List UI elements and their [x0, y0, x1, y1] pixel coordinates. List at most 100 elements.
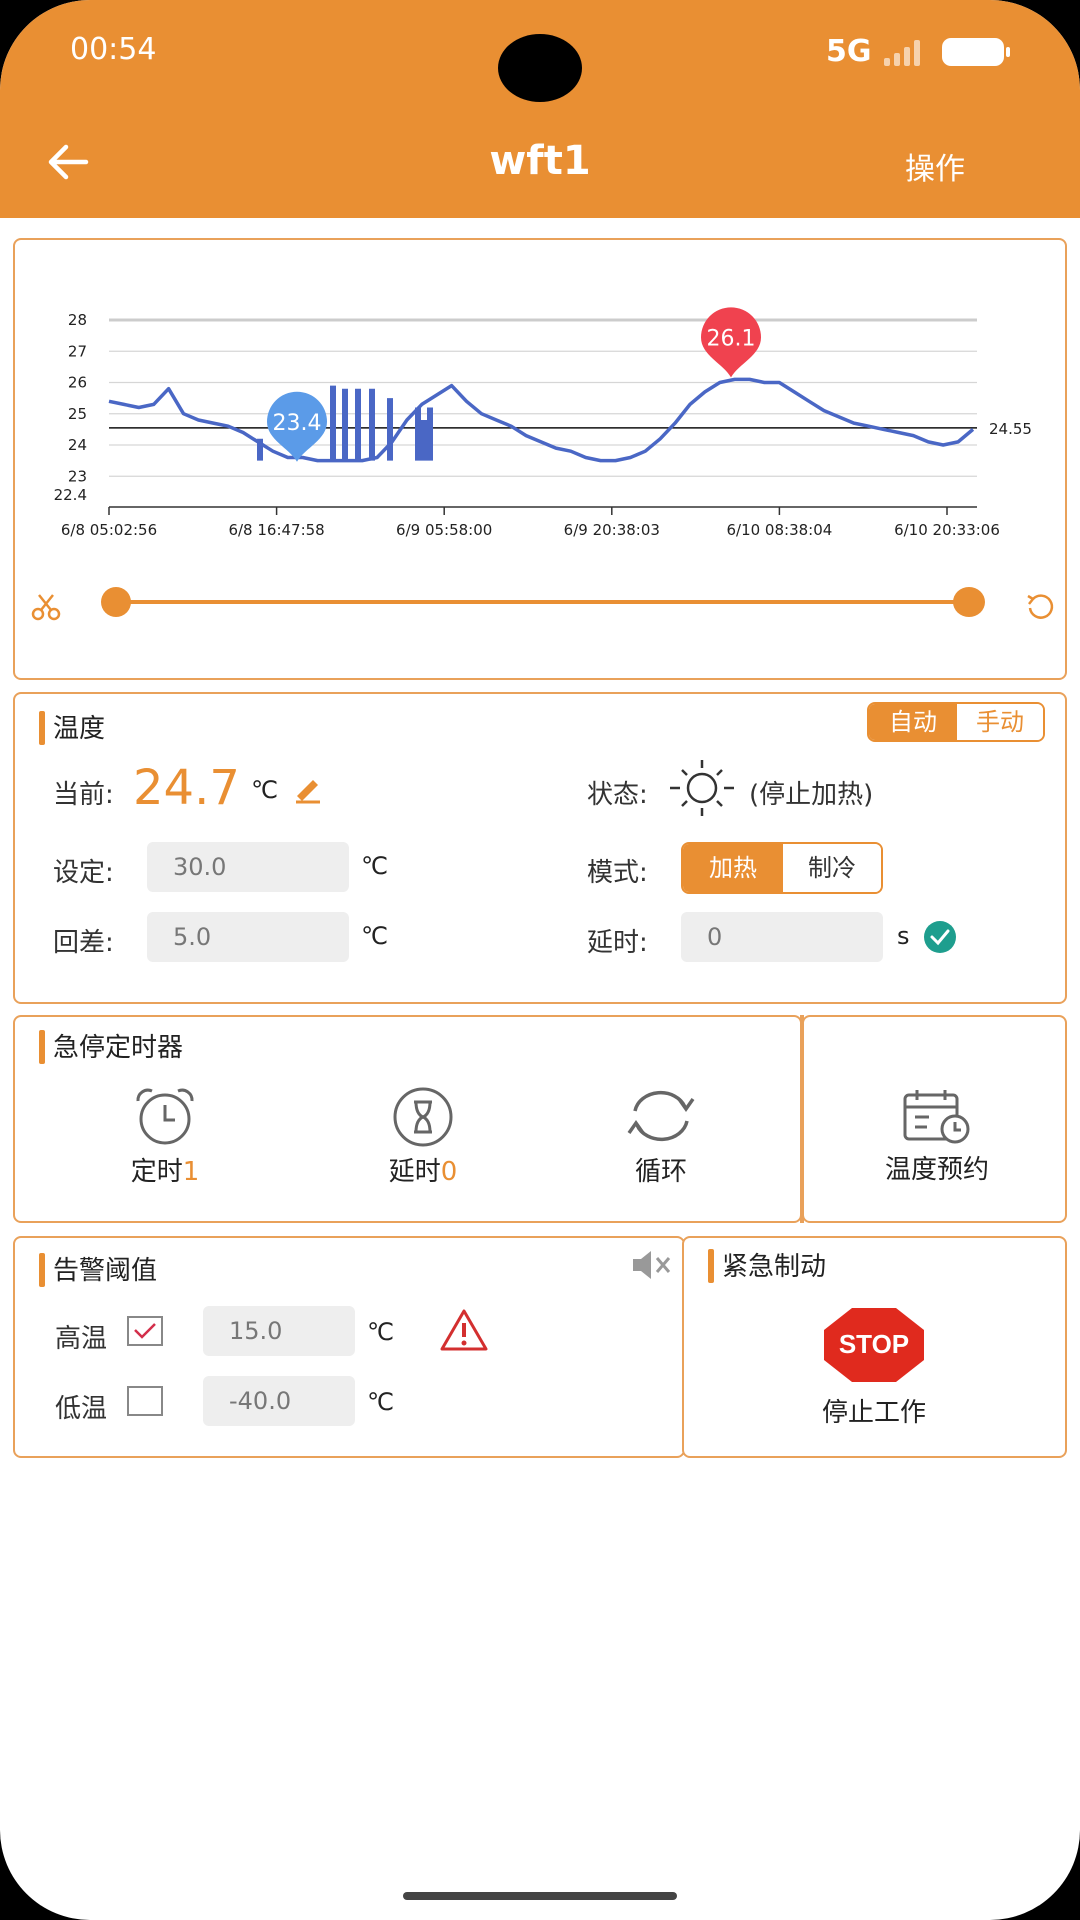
- battery-icon: [942, 38, 1010, 66]
- timing-count: 1: [182, 1157, 200, 1187]
- check-icon: [134, 1323, 156, 1339]
- delay-label: 延时:: [587, 928, 648, 958]
- state-label: 状态:: [587, 780, 648, 810]
- cycle-label: 循环: [634, 1157, 687, 1187]
- temperature-card: 温度 自动 手动 当前: 24.7 ℃ 设定: 30.0 ℃ 回差: 5.0 ℃…: [13, 692, 1067, 1004]
- heat-button[interactable]: 加热: [683, 844, 783, 892]
- cool-button[interactable]: 制冷: [783, 844, 881, 892]
- edit-icon[interactable]: [293, 774, 323, 804]
- confirm-check-icon[interactable]: [923, 920, 957, 954]
- app-screen: 00:54 5G wft1 操作 28 27 26 25 24 23 22.4 6/8 05:…: [0, 0, 1080, 1920]
- timing-tool[interactable]: 定时1: [105, 1085, 225, 1188]
- series-line: [108, 377, 975, 463]
- hourglass-icon: [393, 1087, 453, 1147]
- low-temp-checkbox[interactable]: [127, 1386, 163, 1416]
- temperature-section-title: 温度: [39, 708, 105, 745]
- series-spike: [257, 438, 263, 461]
- sun-icon: [670, 760, 734, 816]
- mute-icon[interactable]: [631, 1248, 671, 1282]
- delay-tool[interactable]: 延时0: [363, 1085, 483, 1188]
- high-temp-checkbox[interactable]: [127, 1316, 163, 1346]
- emergency-section-title: 紧急制动: [708, 1246, 826, 1283]
- x-tick-label: 6/9 05:58:00: [396, 521, 492, 539]
- hysteresis-unit: ℃: [361, 922, 388, 950]
- mode-label: 模式:: [587, 858, 648, 888]
- series-spike: [387, 398, 393, 461]
- y-tick-label: 25: [68, 405, 87, 423]
- camera-cutout: [498, 34, 582, 102]
- hysteresis-label: 回差:: [53, 928, 114, 958]
- stop-button[interactable]: STOP 停止工作: [780, 1306, 968, 1446]
- reference-value-label: 24.55: [989, 420, 1032, 438]
- low-temp-field[interactable]: -40.0: [203, 1376, 355, 1426]
- series-spike: [330, 385, 336, 461]
- series-spike: [342, 388, 348, 461]
- y-tick-label: 26: [68, 374, 87, 392]
- x-tick-label: 6/10 08:38:04: [726, 521, 832, 539]
- current-unit: ℃: [251, 776, 278, 804]
- range-slider-start-handle[interactable]: [101, 587, 131, 617]
- x-tick-label: 6/8 05:02:56: [61, 521, 157, 539]
- state-value: (停止加热): [749, 780, 874, 810]
- schedule-tool[interactable]: 温度预约: [844, 1087, 1030, 1186]
- chart-card: 28 27 26 25 24 23 22.4 6/8 05:02:56 6/8 16:47:58…: [13, 238, 1067, 680]
- emergency-card: 紧急制动 STOP 停止工作: [682, 1236, 1067, 1458]
- stop-sign-text: STOP: [839, 1329, 909, 1359]
- temperature-chart: 28 27 26 25 24 2322.4 6/8 05:02:56 6/8 16:47:58…: [54, 307, 1032, 539]
- high-temp-field[interactable]: 15.0: [203, 1306, 355, 1356]
- status-time: 00:54: [70, 32, 157, 67]
- series-spike: [427, 407, 433, 461]
- cycle-icon: [627, 1090, 695, 1142]
- series-spike: [355, 388, 361, 461]
- series-spike: [415, 407, 421, 461]
- x-tick-label: 6/10 20:33:06: [894, 521, 1000, 539]
- x-tick-label: 6/9 20:38:03: [564, 521, 660, 539]
- high-temp-unit: ℃: [367, 1318, 394, 1346]
- calendar-clock-icon: [903, 1090, 970, 1144]
- x-tick-label: 6/8 16:47:58: [228, 521, 324, 539]
- warning-icon: [440, 1309, 488, 1351]
- y-tick-label: 28: [68, 311, 87, 329]
- high-temp-label: 高温: [55, 1324, 108, 1354]
- timer-card: 急停定时器 定时1 延时0 循环: [13, 1015, 802, 1223]
- delay-tool-label: 延时: [388, 1157, 441, 1187]
- home-indicator[interactable]: [403, 1892, 677, 1900]
- range-slider-end-handle[interactable]: [953, 587, 985, 617]
- network-type: 5G: [826, 34, 872, 69]
- max-marker-label: 26.1: [707, 326, 756, 351]
- low-temp-label: 低温: [55, 1394, 108, 1424]
- schedule-label: 温度预约: [884, 1155, 989, 1185]
- alarm-card: 告警阈值 高温 15.0 ℃ 低温 -40.0 ℃: [13, 1236, 685, 1458]
- schedule-card[interactable]: 温度预约: [802, 1015, 1067, 1223]
- mode-manual-button[interactable]: 手动: [957, 704, 1043, 740]
- series-spike: [369, 388, 375, 461]
- y-tick-label: 24: [68, 436, 87, 454]
- mode-auto-button[interactable]: 自动: [869, 704, 957, 740]
- low-temp-unit: ℃: [367, 1388, 394, 1416]
- operate-button[interactable]: 操作: [905, 144, 965, 188]
- set-temperature-field[interactable]: 30.0: [147, 842, 349, 892]
- cycle-tool[interactable]: 循环: [601, 1085, 721, 1188]
- current-label: 当前:: [53, 780, 114, 810]
- timing-label: 定时: [130, 1157, 183, 1187]
- auto-manual-toggle: 自动 手动: [867, 702, 1045, 742]
- heat-cool-toggle: 加热 制冷: [681, 842, 883, 894]
- min-marker-label: 23.4: [273, 411, 322, 436]
- current-temperature: 24.7: [133, 760, 240, 816]
- alarm-section-title: 告警阈值: [39, 1250, 157, 1287]
- delay-count: 0: [440, 1157, 458, 1187]
- delay-field[interactable]: 0: [681, 912, 883, 962]
- timer-section-title: 急停定时器: [39, 1027, 183, 1064]
- y-tick-label: 23: [68, 467, 87, 485]
- set-label: 设定:: [53, 858, 114, 888]
- reset-icon[interactable]: [1025, 590, 1057, 622]
- header-bar: 00:54 5G wft1 操作: [0, 0, 1080, 218]
- range-slider-track[interactable]: [117, 600, 983, 604]
- stop-label: 停止工作: [821, 1398, 926, 1428]
- scissors-icon[interactable]: [31, 592, 61, 622]
- signal-icon: [884, 40, 928, 66]
- y-tick-label: 22.4: [54, 486, 87, 504]
- delay-unit: s: [897, 922, 910, 950]
- hysteresis-field[interactable]: 5.0: [147, 912, 349, 962]
- stop-sign-icon: STOP: [824, 1308, 924, 1382]
